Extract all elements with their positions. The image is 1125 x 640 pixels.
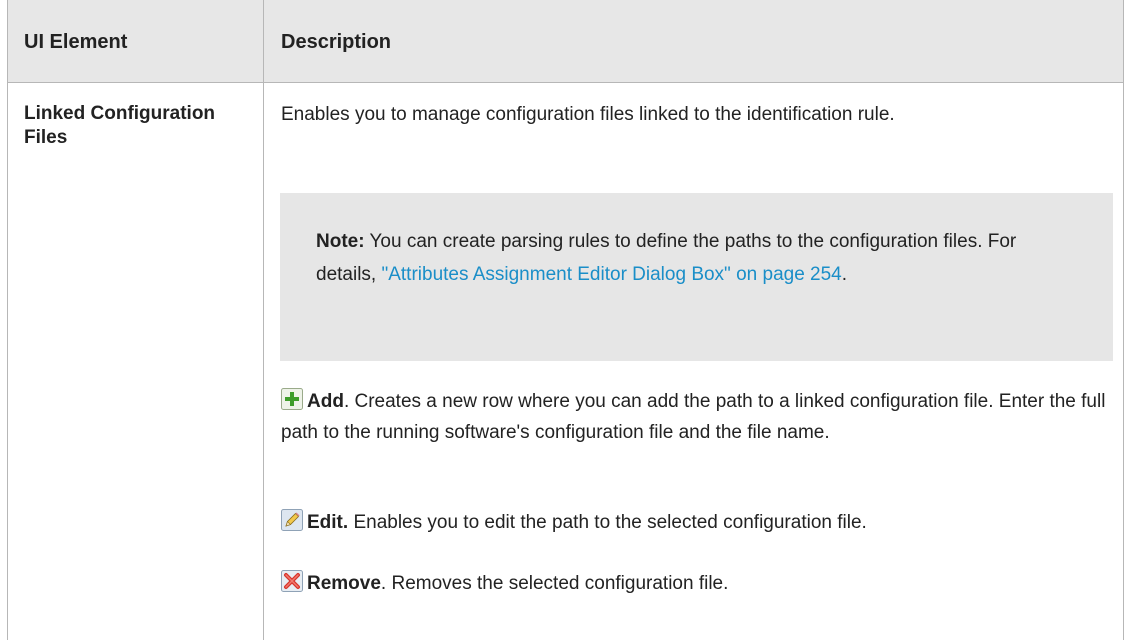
description-intro: Enables you to manage configuration file… <box>281 104 895 125</box>
ui-element-name: Linked Configuration Files <box>24 103 216 148</box>
ui-element-column-header: UI Element <box>24 31 128 53</box>
table-header-row: UI Element Description <box>8 0 1123 83</box>
add-icon <box>281 388 303 410</box>
note-box: Note: You can create parsing rules to de… <box>280 193 1113 361</box>
edit-action-description: Edit. Enables you to edit the path to th… <box>281 507 1116 538</box>
description-column-header: Description <box>281 31 392 53</box>
note-label: Note: <box>316 231 365 252</box>
note-text: Note: You can create parsing rules to de… <box>316 225 1076 291</box>
remove-description: Removes the selected configuration file. <box>386 573 729 594</box>
remove-action-description: Remove. Removes the selected configurati… <box>281 568 1116 599</box>
ui-elements-table: UI Element Description Linked Configurat… <box>7 0 1124 640</box>
edit-label: Edit. <box>307 512 349 533</box>
edit-description: Enables you to edit the path to the sele… <box>348 512 867 533</box>
note-end: . <box>841 264 848 285</box>
remove-icon <box>281 570 303 592</box>
add-label: Add <box>307 391 344 412</box>
remove-label: Remove <box>307 573 381 594</box>
column-divider <box>263 0 264 640</box>
add-description: Creates a new row where you can add the … <box>281 391 1106 443</box>
add-action-description: Add. Creates a new row where you can add… <box>281 386 1116 448</box>
edit-icon <box>281 509 303 531</box>
attributes-assignment-editor-link[interactable]: "Attributes Assignment Editor Dialog Box… <box>381 264 841 285</box>
